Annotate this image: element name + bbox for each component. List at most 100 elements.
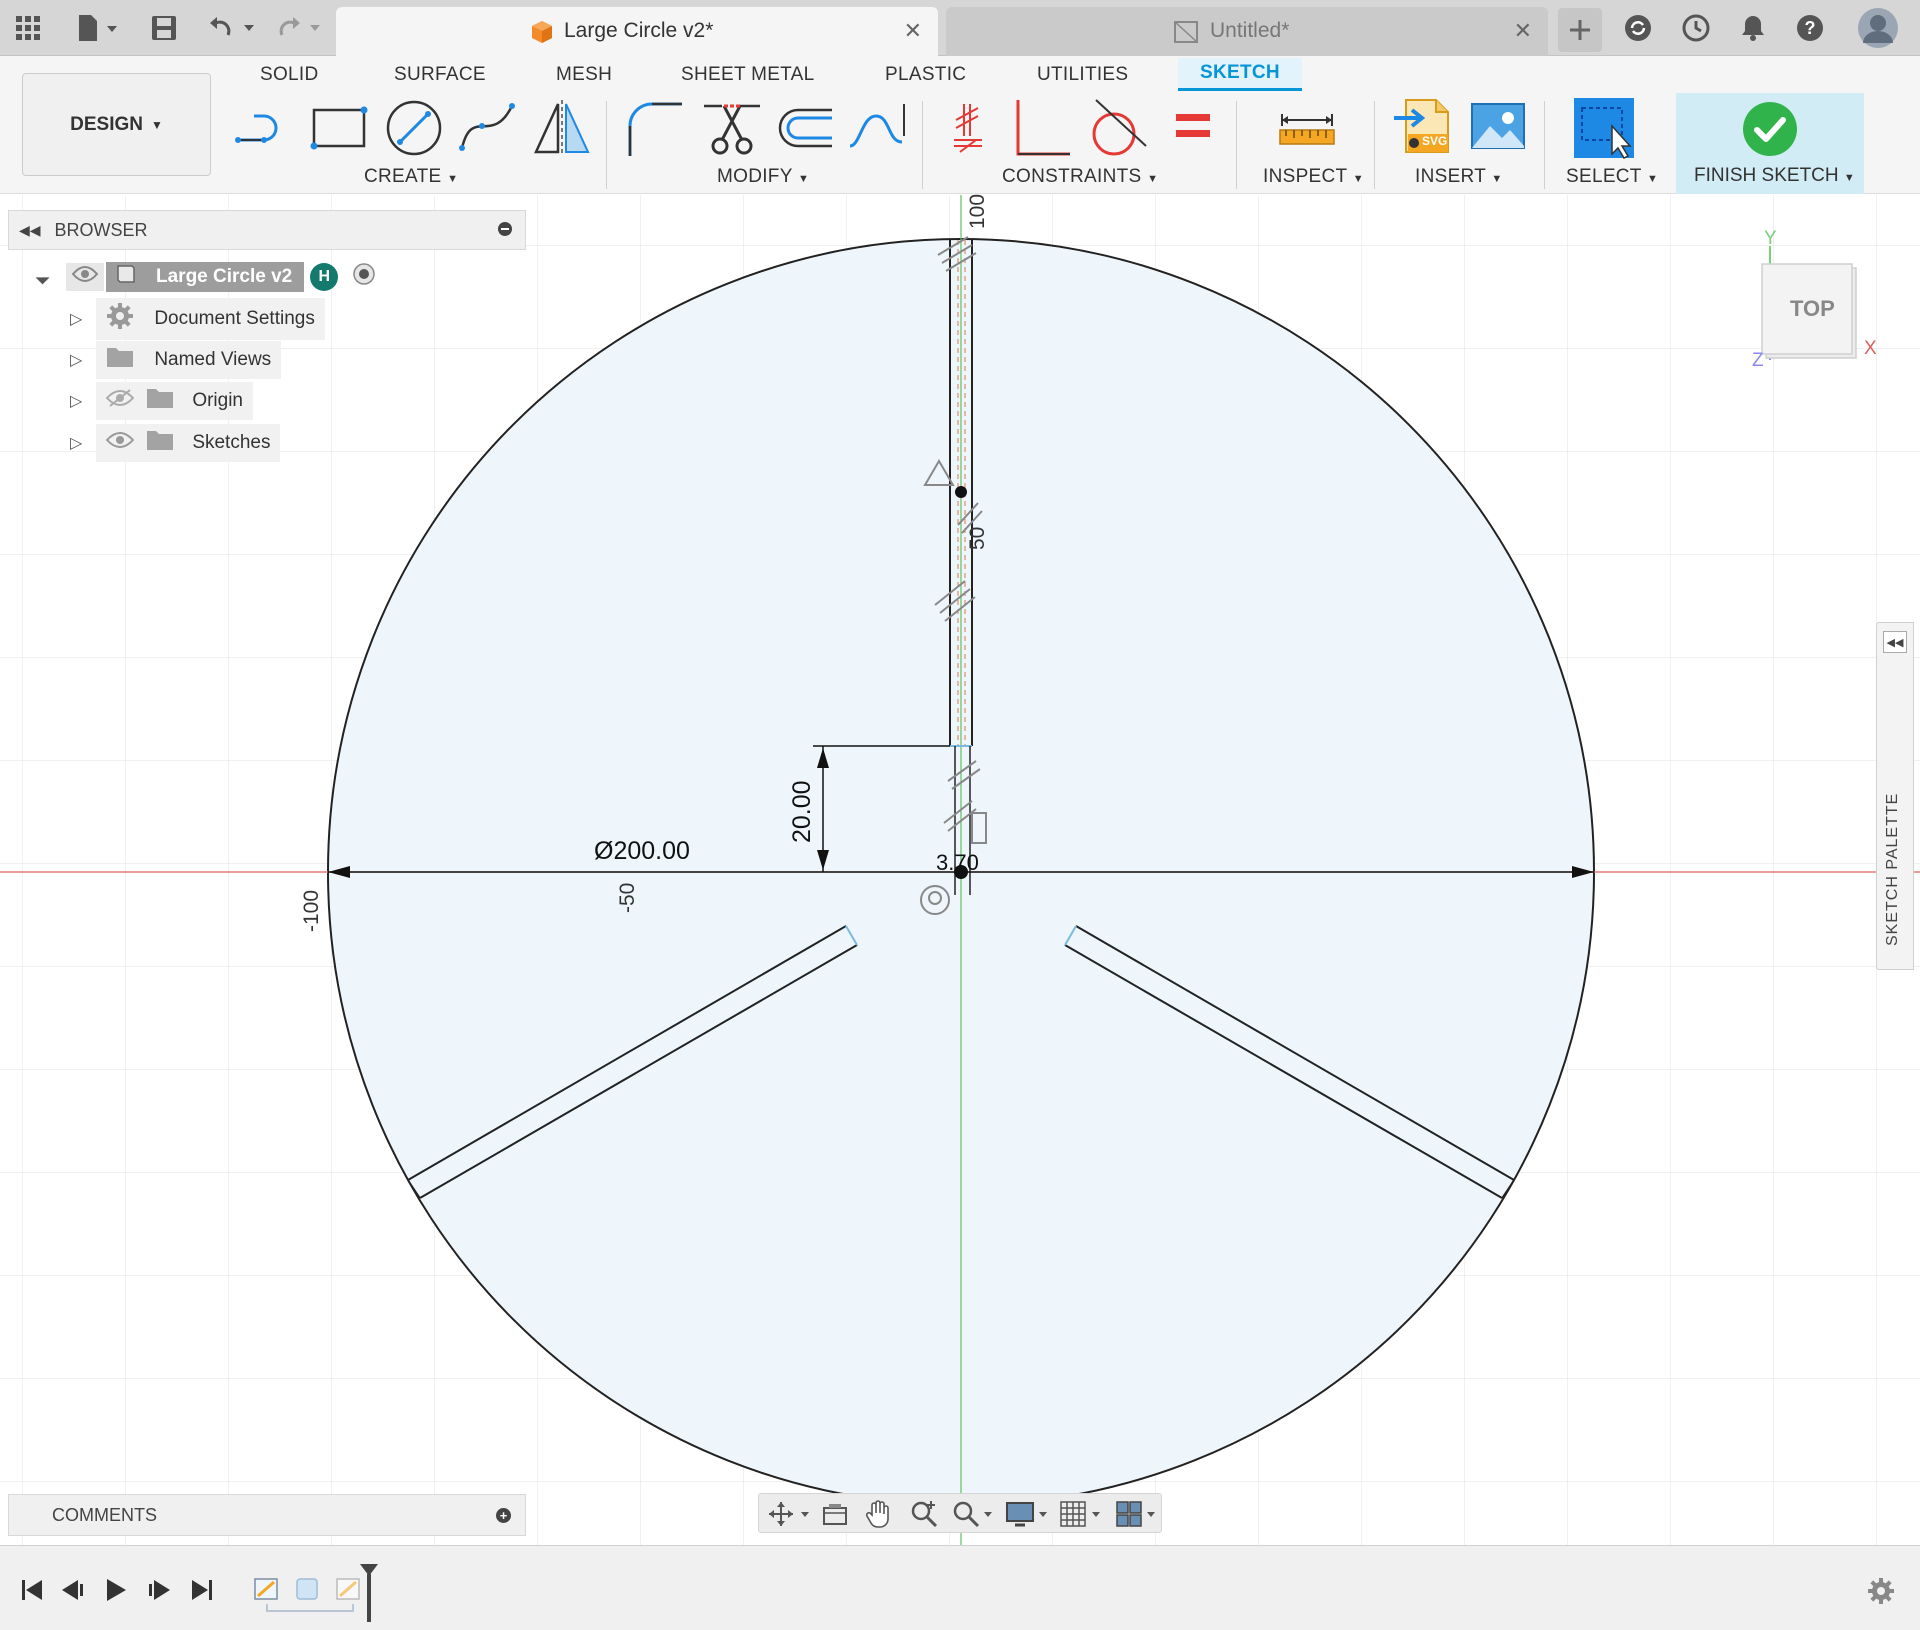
modify-menu[interactable]: MODIFY ▼: [717, 166, 809, 188]
browser-header: ◀◀ BROWSER: [8, 210, 526, 250]
coincident-constraint-icon[interactable]: [940, 96, 996, 160]
chevron-down-icon: ▼: [797, 173, 810, 185]
eye-visibility-icon[interactable]: [105, 430, 135, 456]
mirror-tool-icon[interactable]: [530, 96, 594, 160]
browser-item-origin[interactable]: ▷ Origin: [70, 382, 253, 420]
collapse-panel-icon[interactable]: ◀◀: [19, 222, 41, 239]
tab-sheet-metal[interactable]: SHEET METAL: [681, 64, 815, 86]
app-grid-icon[interactable]: [10, 10, 46, 46]
orbit-icon[interactable]: [767, 1500, 811, 1533]
step-back-icon[interactable]: [60, 1578, 86, 1607]
fillet-tool-icon[interactable]: [622, 96, 686, 160]
browser-item-sketches[interactable]: ▷ Sketches: [70, 424, 281, 462]
expand-palette-icon[interactable]: ◀◀: [1883, 631, 1907, 653]
expand-triangle-icon[interactable]: ▷: [70, 350, 82, 370]
diameter-dimension-label[interactable]: Ø200.00: [594, 837, 690, 866]
perpendicular-constraint-icon[interactable]: [1008, 96, 1072, 160]
toolbar-divider: [1544, 101, 1545, 189]
tab-utilities[interactable]: UTILITIES: [1037, 64, 1128, 86]
measure-ruler-icon[interactable]: [1276, 96, 1340, 160]
trim-scissors-icon[interactable]: [700, 96, 764, 160]
chevron-down-icon: ▼: [1147, 173, 1159, 185]
tab-surface[interactable]: SURFACE: [394, 64, 486, 86]
timeline-settings-gear-icon[interactable]: [1866, 1576, 1896, 1611]
go-to-end-icon[interactable]: [190, 1578, 214, 1607]
insert-image-icon[interactable]: [1468, 96, 1532, 160]
pan-hand-icon[interactable]: [865, 1499, 893, 1534]
browser-title: BROWSER: [54, 219, 148, 240]
offset-tool-icon[interactable]: [772, 96, 836, 160]
timeline-marker[interactable]: [358, 1562, 380, 1629]
tab-mesh[interactable]: MESH: [556, 64, 612, 86]
tab-sketch[interactable]: SKETCH: [1178, 58, 1302, 91]
activate-radio-icon[interactable]: [352, 262, 376, 292]
close-tab-icon[interactable]: ✕: [904, 18, 922, 44]
tab-solid[interactable]: SOLID: [260, 64, 319, 86]
browser-item-named-views[interactable]: ▷ Named Views: [70, 341, 282, 379]
expand-triangle-icon[interactable]: ▷: [70, 433, 82, 453]
small-dimension-label[interactable]: 3.70: [936, 850, 979, 876]
display-settings-icon[interactable]: [1005, 1500, 1049, 1533]
constraints-menu[interactable]: CONSTRAINTS ▼: [1002, 166, 1158, 188]
expand-triangle-icon[interactable]: ▷: [70, 391, 82, 411]
user-avatar[interactable]: [1856, 6, 1900, 50]
chevron-down-icon: ▼: [1646, 173, 1659, 185]
line-tool-icon[interactable]: [234, 96, 298, 160]
document-tab-inactive[interactable]: Untitled* ✕: [946, 7, 1548, 56]
redo-icon[interactable]: [272, 10, 326, 46]
viewcube[interactable]: TOP Y X Z: [1752, 228, 1877, 371]
window-select-icon[interactable]: [1572, 96, 1636, 160]
sketch-canvas[interactable]: Ø200.00 20.00 3.70 -100 -50 100 50: [0, 194, 1920, 1545]
viewcube-y-axis: Y: [1764, 228, 1777, 249]
viewports-icon[interactable]: [1115, 1500, 1159, 1533]
sketch-palette-label[interactable]: SKETCH PALETTE: [1884, 793, 1902, 946]
comments-panel[interactable]: COMMENTS +: [8, 1494, 526, 1536]
tab-plastic[interactable]: PLASTIC: [885, 64, 966, 86]
go-to-start-icon[interactable]: [20, 1578, 44, 1607]
fit-zoom-window-icon[interactable]: [951, 1499, 993, 1534]
viewcube-top-face[interactable]: TOP: [1790, 296, 1835, 322]
step-forward-icon[interactable]: [146, 1578, 172, 1607]
select-menu[interactable]: SELECT ▼: [1566, 166, 1658, 188]
sketch-point[interactable]: [955, 486, 967, 498]
job-status-clock-icon[interactable]: [1678, 10, 1714, 46]
create-menu[interactable]: CREATE ▼: [364, 166, 458, 188]
design-workspace-button[interactable]: DESIGN ▼: [22, 73, 211, 176]
circle-tool-icon[interactable]: [382, 96, 446, 160]
insert-svg-icon[interactable]: SVG: [1392, 96, 1456, 160]
sketch-curve-icon[interactable]: [846, 96, 910, 160]
height-dimension-label[interactable]: 20.00: [788, 780, 817, 843]
eye-visibility-icon[interactable]: [71, 265, 99, 289]
document-tab-active[interactable]: Large Circle v2* ✕: [336, 7, 938, 56]
equal-constraint-icon[interactable]: [1164, 96, 1220, 160]
rectangle-tool-icon[interactable]: [308, 96, 372, 160]
chevron-down-icon: ▼: [150, 117, 163, 132]
zoom-icon[interactable]: [909, 1499, 939, 1534]
add-comment-icon[interactable]: +: [496, 1508, 511, 1523]
finish-sketch-label: FINISH SKETCH: [1694, 165, 1839, 186]
play-icon[interactable]: [104, 1578, 128, 1607]
sync-icon[interactable]: [1620, 10, 1656, 46]
finish-sketch-button[interactable]: FINISH SKETCH ▼: [1676, 93, 1864, 194]
file-menu-icon[interactable]: [70, 10, 124, 46]
insert-menu[interactable]: INSERT ▼: [1415, 166, 1503, 188]
look-at-icon[interactable]: [821, 1500, 849, 1533]
spline-tool-icon[interactable]: [456, 96, 520, 160]
grid-settings-icon[interactable]: [1059, 1500, 1103, 1533]
constraints-label: CONSTRAINTS: [1002, 166, 1142, 187]
browser-item-document-settings[interactable]: ▷ Document Settings: [70, 298, 325, 340]
new-tab-plus-icon[interactable]: [1558, 8, 1602, 52]
help-icon[interactable]: ?: [1792, 10, 1828, 46]
inspect-menu[interactable]: INSPECT ▼: [1263, 166, 1364, 188]
save-icon[interactable]: [146, 10, 182, 46]
document-tab-title: Large Circle v2*: [564, 19, 714, 42]
browser-minimize-icon[interactable]: [498, 222, 512, 236]
eye-hidden-icon[interactable]: [105, 388, 135, 414]
tangent-constraint-icon[interactable]: [1086, 96, 1150, 160]
expand-triangle-icon[interactable]: ▷: [70, 309, 82, 329]
notifications-bell-icon[interactable]: [1735, 10, 1771, 46]
undo-icon[interactable]: [206, 10, 260, 46]
browser-root-row[interactable]: ◢ Large Circle v2 H: [35, 260, 376, 294]
close-tab-icon-2[interactable]: ✕: [1514, 18, 1532, 44]
comments-title: COMMENTS: [52, 1504, 157, 1525]
